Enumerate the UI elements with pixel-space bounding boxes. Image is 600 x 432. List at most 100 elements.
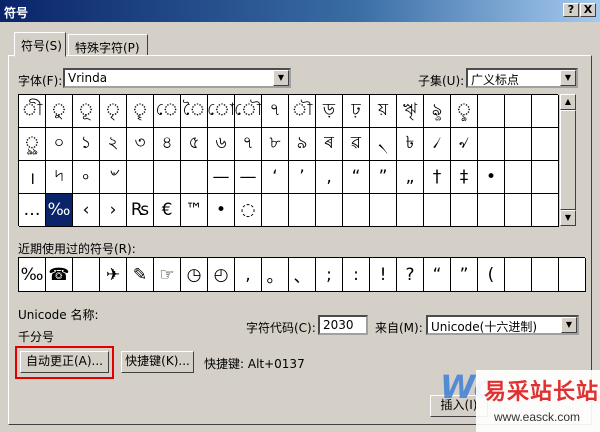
recent-symbol-cell[interactable] xyxy=(532,258,559,292)
font-select[interactable]: Vrinda ▼ xyxy=(63,68,291,88)
char-code-input[interactable]: 2030 xyxy=(318,315,368,335)
recent-symbol-cell[interactable]: ✈ xyxy=(100,258,127,292)
symbol-cell[interactable] xyxy=(181,161,208,194)
symbol-cell[interactable]: ৈ xyxy=(181,95,208,128)
symbol-cell[interactable]: ৳ xyxy=(397,128,424,161)
symbol-cell[interactable]: ৯ xyxy=(289,128,316,161)
symbol-cell[interactable]: ‚ xyxy=(316,161,343,194)
symbol-cell[interactable]: ৌ xyxy=(235,95,262,128)
symbol-cell[interactable]: ৪ xyxy=(154,128,181,161)
symbol-cell[interactable] xyxy=(505,128,532,161)
recent-symbol-cell[interactable]: ☎ xyxy=(46,258,73,292)
symbol-cell[interactable] xyxy=(370,194,397,227)
help-button[interactable]: ? xyxy=(563,3,579,17)
symbol-cell[interactable] xyxy=(343,194,370,227)
recent-symbol-cell[interactable]: ! xyxy=(370,258,397,292)
scroll-up-icon[interactable]: ▲ xyxy=(560,94,576,110)
recent-symbol-cell[interactable]: ? xyxy=(397,258,424,292)
recent-symbol-cell[interactable]: ” xyxy=(451,258,478,292)
chevron-down-icon[interactable]: ▼ xyxy=(561,317,577,333)
scroll-down-icon[interactable]: ▼ xyxy=(560,210,576,226)
symbol-cell[interactable]: ৩ xyxy=(127,128,154,161)
subset-select[interactable]: 广义标点 ▼ xyxy=(466,68,578,88)
symbol-cell[interactable]: ী xyxy=(19,95,46,128)
symbol-cell[interactable] xyxy=(532,128,559,161)
symbol-cell[interactable]: ৭ xyxy=(262,95,289,128)
symbol-cell[interactable]: — xyxy=(208,161,235,194)
recent-symbol-cell[interactable]: “ xyxy=(424,258,451,292)
recent-symbol-cell[interactable]: 。 xyxy=(262,258,289,292)
symbol-cell[interactable] xyxy=(154,161,181,194)
symbol-cell[interactable] xyxy=(532,95,559,128)
recent-symbol-cell[interactable] xyxy=(73,258,100,292)
symbol-cell[interactable]: ূ xyxy=(73,95,100,128)
symbol-cell[interactable]: ১ xyxy=(73,128,100,161)
symbol-cell[interactable]: ৫ xyxy=(181,128,208,161)
symbol-cell[interactable] xyxy=(505,95,532,128)
symbol-cell[interactable] xyxy=(478,95,505,128)
symbol-grid-scrollbar[interactable]: ▲ ▼ xyxy=(560,94,576,226)
recent-symbol-cell[interactable]: ‰ xyxy=(19,258,46,292)
recent-symbol-cell[interactable] xyxy=(559,258,586,292)
symbol-cell[interactable]: ৄ xyxy=(127,95,154,128)
symbol-cell[interactable]: ২ xyxy=(100,128,127,161)
symbol-cell[interactable]: ো xyxy=(208,95,235,128)
symbol-cell[interactable]: ৱ xyxy=(343,128,370,161)
symbol-cell[interactable] xyxy=(262,194,289,227)
symbol-cell[interactable] xyxy=(478,128,505,161)
symbol-cell[interactable]: ₨ xyxy=(127,194,154,227)
symbol-cell[interactable] xyxy=(451,194,478,227)
recent-symbol-cell[interactable]: 、 xyxy=(289,258,316,292)
symbol-cell[interactable]: ৃ xyxy=(100,95,127,128)
symbol-cell[interactable] xyxy=(505,161,532,194)
symbol-cell[interactable]: ’ xyxy=(289,161,316,194)
symbol-cell[interactable]: • xyxy=(478,161,505,194)
symbol-cell[interactable]: ৹ xyxy=(73,161,100,194)
symbol-cell[interactable]: ু xyxy=(46,95,73,128)
recent-symbol-cell[interactable]: ◴ xyxy=(208,258,235,292)
recent-symbol-cell[interactable]: ☞ xyxy=(154,258,181,292)
symbol-cell[interactable] xyxy=(505,194,532,227)
symbol-cell[interactable] xyxy=(316,194,343,227)
symbol-cell[interactable]: ৣ xyxy=(19,128,46,161)
recent-symbol-cell[interactable]: ✎ xyxy=(127,258,154,292)
symbol-cell[interactable]: । xyxy=(19,161,46,194)
symbol-cell[interactable]: ০ xyxy=(46,128,73,161)
symbol-cell[interactable]: ৸ xyxy=(46,161,73,194)
symbol-cell[interactable]: € xyxy=(154,194,181,227)
symbol-cell[interactable]: ে xyxy=(154,95,181,128)
symbol-cell[interactable]: ঢ় xyxy=(343,95,370,128)
symbol-cell[interactable]: › xyxy=(100,194,127,227)
symbol-cell[interactable]: ” xyxy=(370,161,397,194)
recent-symbol-cell[interactable]: ( xyxy=(478,258,505,292)
symbol-cell[interactable]: … xyxy=(19,194,46,227)
symbol-cell[interactable]: য় xyxy=(370,95,397,128)
symbol-cell[interactable]: ৬ xyxy=(208,128,235,161)
symbol-cell[interactable] xyxy=(532,194,559,227)
symbol-cell[interactable]: • xyxy=(208,194,235,227)
symbol-cell[interactable]: ◌ xyxy=(235,194,262,227)
autocorrect-button[interactable]: 自动更正(A)... xyxy=(20,351,109,373)
symbol-cell[interactable]: ৺ xyxy=(100,161,127,194)
scroll-thumb[interactable] xyxy=(560,110,576,210)
symbol-cell[interactable]: “ xyxy=(343,161,370,194)
symbol-cell[interactable]: ৲ xyxy=(370,128,397,161)
symbol-cell[interactable]: ৡ xyxy=(424,95,451,128)
close-button[interactable]: X xyxy=(580,3,596,17)
chevron-down-icon[interactable]: ▼ xyxy=(273,70,289,86)
symbol-cell[interactable]: † xyxy=(424,161,451,194)
symbol-cell[interactable]: ৢ xyxy=(451,95,478,128)
recent-symbol-cell[interactable]: ◷ xyxy=(181,258,208,292)
symbol-cell[interactable] xyxy=(397,194,424,227)
shortcut-key-button[interactable]: 快捷键(K)... xyxy=(121,351,194,373)
from-select[interactable]: Unicode(十六进制) ▼ xyxy=(426,315,579,335)
recent-symbol-cell[interactable]: , xyxy=(235,258,262,292)
symbol-cell[interactable] xyxy=(478,194,505,227)
symbol-cell[interactable]: ৠ xyxy=(397,95,424,128)
symbol-cell[interactable] xyxy=(532,161,559,194)
symbol-cell[interactable]: „ xyxy=(397,161,424,194)
recent-symbol-cell[interactable]: : xyxy=(343,258,370,292)
chevron-down-icon[interactable]: ▼ xyxy=(560,70,576,86)
symbol-cell[interactable]: ৭ xyxy=(235,128,262,161)
symbol-cell[interactable] xyxy=(289,194,316,227)
